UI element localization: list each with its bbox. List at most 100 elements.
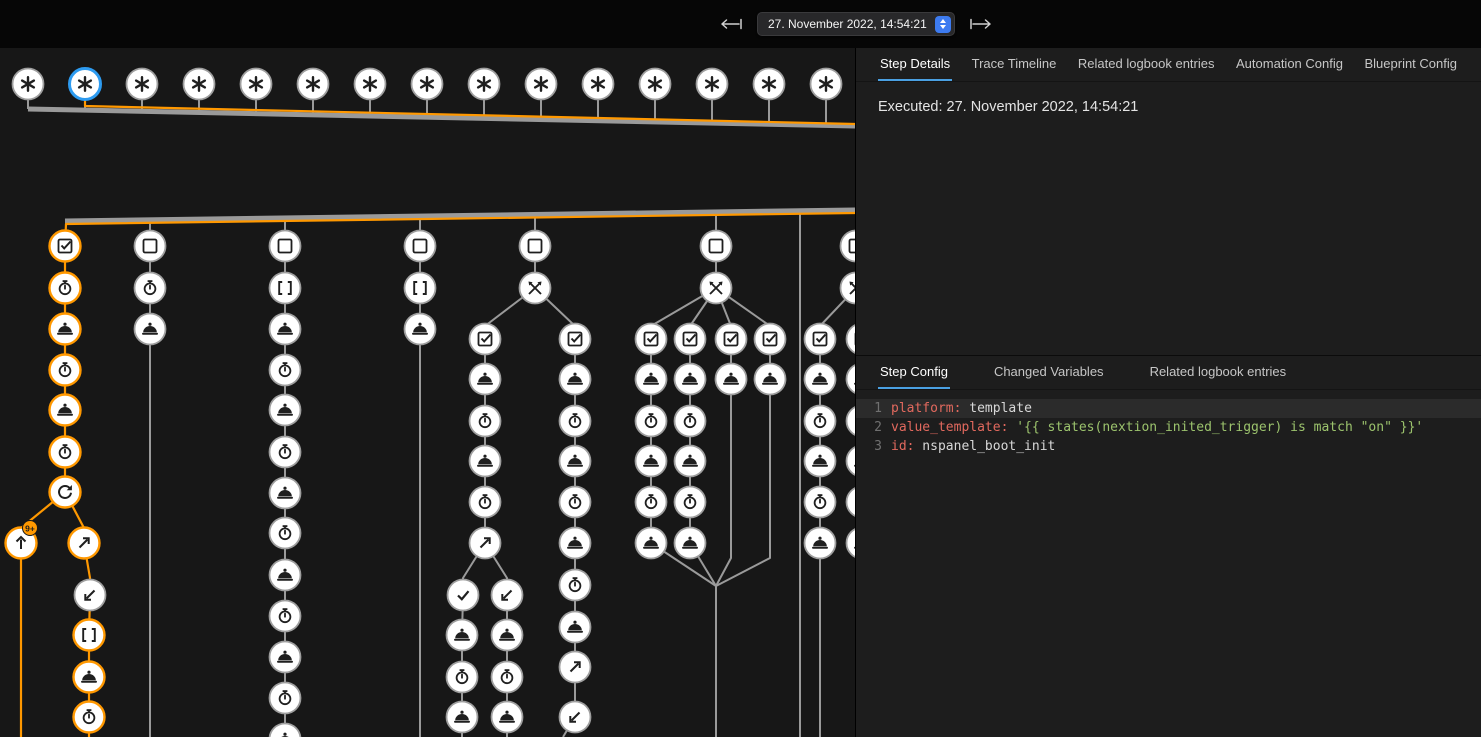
trace-node-service[interactable] xyxy=(560,528,591,559)
trace-node-service[interactable] xyxy=(805,446,836,477)
trace-node-delay[interactable] xyxy=(270,355,301,386)
trace-node-service[interactable] xyxy=(447,620,478,651)
trace-node-trigger[interactable] xyxy=(811,69,842,100)
trace-node-service[interactable] xyxy=(492,702,523,733)
previous-trace-icon[interactable] xyxy=(718,17,744,31)
tab-automation-config[interactable]: Automation Config xyxy=(1234,48,1345,81)
trace-node-service[interactable] xyxy=(405,314,436,345)
trace-node-service[interactable] xyxy=(636,446,667,477)
tab-changed-variables[interactable]: Changed Variables xyxy=(992,356,1106,389)
trace-node-delay[interactable] xyxy=(847,487,856,518)
trace-node-choose[interactable] xyxy=(841,273,856,304)
trace-node-service[interactable] xyxy=(675,528,706,559)
trace-node-service[interactable] xyxy=(675,364,706,395)
trace-node-delay[interactable] xyxy=(560,487,591,518)
trace-node-service[interactable] xyxy=(805,528,836,559)
trace-node-service[interactable] xyxy=(270,314,301,345)
tab-related-logbook-entries[interactable]: Related logbook entries xyxy=(1076,48,1217,81)
trace-node-brackets[interactable] xyxy=(405,273,436,304)
trace-node-trigger[interactable] xyxy=(70,69,101,100)
trace-node-arrow-bottom-left[interactable] xyxy=(492,580,523,611)
trace-node-trigger[interactable] xyxy=(640,69,671,100)
trace-node-trigger[interactable] xyxy=(184,69,215,100)
tab-step-config[interactable]: Step Config xyxy=(878,356,950,389)
trace-node-arrow-top-right[interactable] xyxy=(69,528,100,559)
trace-node-delay[interactable] xyxy=(847,406,856,437)
trace-node-delay[interactable] xyxy=(50,273,81,304)
trace-date-select[interactable]: 27. November 2022, 14:54:21 xyxy=(757,12,955,36)
trace-node-service[interactable] xyxy=(270,395,301,426)
tab-related-logbook-entries[interactable]: Related logbook entries xyxy=(1148,356,1289,389)
trace-node-service[interactable] xyxy=(270,560,301,591)
trace-node-service[interactable] xyxy=(847,528,856,559)
trace-node-service[interactable] xyxy=(636,364,667,395)
trace-node-service[interactable] xyxy=(847,364,856,395)
trace-node-delay[interactable] xyxy=(636,487,667,518)
trace-node-condition[interactable] xyxy=(716,324,747,355)
trace-node-trigger[interactable] xyxy=(13,69,44,100)
trace-node-condition[interactable] xyxy=(470,324,501,355)
trace-node-trigger[interactable] xyxy=(298,69,329,100)
trace-node-service[interactable] xyxy=(492,620,523,651)
trace-node-delay[interactable] xyxy=(50,437,81,468)
trace-node-service[interactable] xyxy=(447,702,478,733)
trace-node-delay[interactable] xyxy=(270,601,301,632)
trace-node-delay[interactable] xyxy=(74,702,105,733)
trace-node-delay[interactable] xyxy=(470,487,501,518)
trace-node-service[interactable] xyxy=(675,446,706,477)
trace-node-delay[interactable] xyxy=(447,662,478,693)
trace-node-delay[interactable] xyxy=(675,406,706,437)
trace-node-service[interactable] xyxy=(270,478,301,509)
next-trace-icon[interactable] xyxy=(968,17,994,31)
trace-node-service[interactable] xyxy=(50,395,81,426)
trace-node-service[interactable] xyxy=(560,364,591,395)
trace-node-condition[interactable] xyxy=(805,324,836,355)
trace-node-service[interactable] xyxy=(135,314,166,345)
trace-node-delay[interactable] xyxy=(270,437,301,468)
trace-node-trigger[interactable] xyxy=(526,69,557,100)
trace-node-delay[interactable] xyxy=(560,406,591,437)
trace-node-square[interactable] xyxy=(701,231,732,262)
trace-node-service[interactable] xyxy=(755,364,786,395)
trace-node-trigger[interactable] xyxy=(697,69,728,100)
trace-node-delay[interactable] xyxy=(270,518,301,549)
trace-node-delay[interactable] xyxy=(805,487,836,518)
trace-node-arrow-top-right[interactable] xyxy=(470,528,501,559)
trace-node-service[interactable] xyxy=(716,364,747,395)
trace-node-square[interactable] xyxy=(405,231,436,262)
trace-node-service[interactable] xyxy=(560,612,591,643)
trace-node-square[interactable] xyxy=(841,231,856,262)
trace-node-trigger[interactable] xyxy=(412,69,443,100)
trace-node-brackets[interactable] xyxy=(74,620,105,651)
trace-node-service[interactable] xyxy=(270,642,301,673)
trace-node-service[interactable] xyxy=(470,364,501,395)
trace-node-trigger[interactable] xyxy=(355,69,386,100)
trace-node-delay[interactable] xyxy=(270,683,301,714)
trace-node-delay[interactable] xyxy=(805,406,836,437)
trace-node-choose[interactable] xyxy=(520,273,551,304)
trace-node-service[interactable] xyxy=(847,446,856,477)
trace-node-brackets[interactable] xyxy=(270,273,301,304)
trace-node-service[interactable] xyxy=(636,528,667,559)
trace-node-delay[interactable] xyxy=(135,273,166,304)
trace-node-condition[interactable] xyxy=(560,324,591,355)
trace-node-repeat[interactable] xyxy=(50,477,81,508)
trace-node-service[interactable] xyxy=(74,662,105,693)
trace-node-arrow-bottom-left[interactable] xyxy=(75,580,106,611)
trace-node-delay[interactable] xyxy=(50,355,81,386)
trace-node-trigger[interactable] xyxy=(754,69,785,100)
tab-trace-timeline[interactable]: Trace Timeline xyxy=(970,48,1059,81)
trace-node-service[interactable] xyxy=(805,364,836,395)
trace-node-condition[interactable] xyxy=(675,324,706,355)
trace-node-square[interactable] xyxy=(135,231,166,262)
trace-node-condition[interactable] xyxy=(847,324,856,355)
trace-node-arrow-top-right[interactable] xyxy=(560,652,591,683)
trace-node-condition[interactable] xyxy=(50,231,81,262)
trace-node-choose[interactable] xyxy=(701,273,732,304)
trace-node-delay[interactable] xyxy=(560,570,591,601)
trace-node-trigger[interactable] xyxy=(469,69,500,100)
tab-blueprint-config[interactable]: Blueprint Config xyxy=(1362,48,1459,81)
trace-node-check[interactable] xyxy=(448,580,479,611)
trace-node-condition[interactable] xyxy=(636,324,667,355)
trace-node-service[interactable] xyxy=(270,724,301,737)
